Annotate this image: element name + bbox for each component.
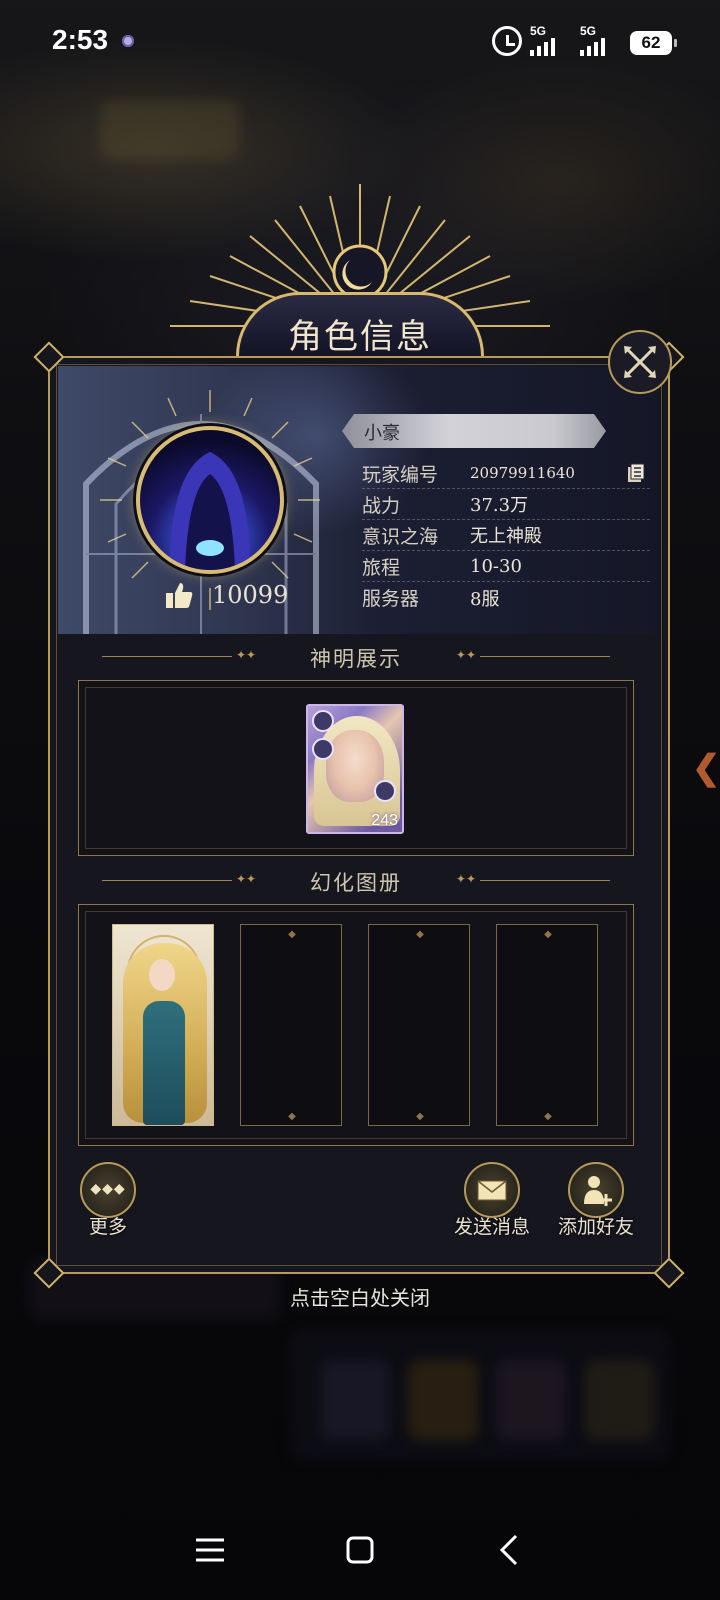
player-name: 小豪 xyxy=(364,423,400,444)
stat-value: 37.3万 xyxy=(470,495,529,516)
section-title: 神明展示 xyxy=(310,647,402,671)
status-icons: 5G 5G 62 xyxy=(492,24,677,56)
card-level: 243 xyxy=(371,812,398,829)
menu-icon[interactable] xyxy=(190,1530,230,1570)
divider-ornament: ✦✦ xyxy=(455,872,476,886)
divider-line xyxy=(480,656,610,657)
home-icon[interactable] xyxy=(340,1530,380,1570)
system-nav-bar xyxy=(0,1500,720,1600)
gods-section-header: ✦✦ 神明展示 ✦✦ xyxy=(102,642,610,672)
edge-float-icon: ❮ xyxy=(692,748,720,788)
slot-ornament: ◆ xyxy=(288,1111,296,1122)
album-slot-filled[interactable] xyxy=(112,924,214,1126)
goddess-dress xyxy=(143,1001,185,1125)
add-person-glyph xyxy=(584,1176,612,1206)
stat-value: 10-30 xyxy=(470,555,522,577)
send-message-button[interactable]: 发送消息 xyxy=(448,1162,536,1239)
slot-ornament: ◆ xyxy=(416,929,424,940)
slot-ornament: ◆ xyxy=(544,929,552,940)
slot-ornament: ◆ xyxy=(544,1111,552,1122)
tap-outside-to-close-hint: 点击空白处关闭 xyxy=(290,1286,430,1310)
network-type-label: 5G xyxy=(530,24,547,38)
like-count: 10099 xyxy=(212,581,289,609)
player-name-bar: 小豪 xyxy=(342,414,606,448)
player-stats-list: 玩家编号 20979911640 战力 37.3万 意识之海 无上神殿 旅程 1… xyxy=(362,458,650,613)
stat-label: 旅程 xyxy=(362,556,401,579)
battery-icon: 62 xyxy=(630,30,677,55)
close-button[interactable] xyxy=(608,330,672,394)
album-section-header: ✦✦ 幻化图册 ✦✦ xyxy=(102,866,610,896)
stat-row-player-id: 玩家编号 20979911640 xyxy=(362,458,650,489)
envelope-glyph xyxy=(477,1180,507,1201)
class-badge-icon xyxy=(312,738,334,760)
slot-ornament: ◆ xyxy=(416,1111,424,1122)
stat-value: 20979911640 xyxy=(470,464,575,482)
album-slot-empty[interactable]: ◆ ◆ xyxy=(496,924,598,1126)
alarm-icon xyxy=(492,26,522,56)
section-title: 幻化图册 xyxy=(310,871,402,895)
notification-dot-icon xyxy=(122,35,134,47)
signal-icon: 5G xyxy=(530,24,572,56)
like-counter[interactable]: 10099 xyxy=(164,578,288,612)
god-card[interactable]: 243 xyxy=(306,704,404,834)
stat-label: 战力 xyxy=(362,494,401,517)
dialog-title-plate: 角色信息 xyxy=(236,292,484,357)
status-time: 2:53 xyxy=(52,24,109,55)
divider-line xyxy=(480,880,610,881)
faction-badge-icon xyxy=(312,710,334,732)
profile-header: 10099 小豪 玩家编号 20979911640 战力 37.3万 意识之海 … xyxy=(58,366,660,634)
signal-icon: 5G xyxy=(580,24,622,56)
stat-row-server: 服务器 8服 xyxy=(362,582,650,613)
stat-label: 玩家编号 xyxy=(362,463,439,486)
close-x-icon xyxy=(624,346,656,378)
stat-row-journey: 旅程 10-30 xyxy=(362,551,650,582)
add-person-icon xyxy=(568,1162,624,1218)
more-dots: ◆◆◆ xyxy=(90,1181,126,1197)
thumbs-up-icon[interactable] xyxy=(164,580,194,610)
add-friend-button[interactable]: 添加好友 xyxy=(552,1162,640,1239)
album-slot-empty[interactable]: ◆ ◆ xyxy=(240,924,342,1126)
album-slot-empty[interactable]: ◆ ◆ xyxy=(368,924,470,1126)
hooded-figure-portrait xyxy=(170,452,250,570)
stat-value: 无上神殿 xyxy=(470,526,542,547)
shield-icon xyxy=(374,780,396,802)
stat-row-power: 战力 37.3万 xyxy=(362,489,650,520)
goddess-face xyxy=(149,959,175,991)
back-icon[interactable] xyxy=(490,1530,530,1570)
player-avatar[interactable] xyxy=(136,426,284,574)
stat-row-consciousness-sea: 意识之海 无上神殿 xyxy=(362,520,650,551)
three-diamonds-icon: ◆◆◆ xyxy=(80,1162,136,1218)
network-type-label: 5G xyxy=(580,24,597,38)
slot-ornament: ◆ xyxy=(288,929,296,940)
envelope-icon xyxy=(464,1162,520,1218)
dialog-title: 角色信息 xyxy=(288,317,432,357)
stat-value: 8服 xyxy=(470,588,500,610)
stat-label: 意识之海 xyxy=(362,525,439,548)
divider-ornament: ✦✦ xyxy=(455,648,476,662)
stat-label: 服务器 xyxy=(362,588,420,610)
copy-icon[interactable] xyxy=(626,463,646,483)
status-bar: 2:53 5G 5G 62 xyxy=(0,0,720,84)
character-info-panel: 10099 小豪 玩家编号 20979911640 战力 37.3万 意识之海 … xyxy=(33,341,685,1289)
more-button[interactable]: ◆◆◆ 更多 xyxy=(76,1162,140,1239)
